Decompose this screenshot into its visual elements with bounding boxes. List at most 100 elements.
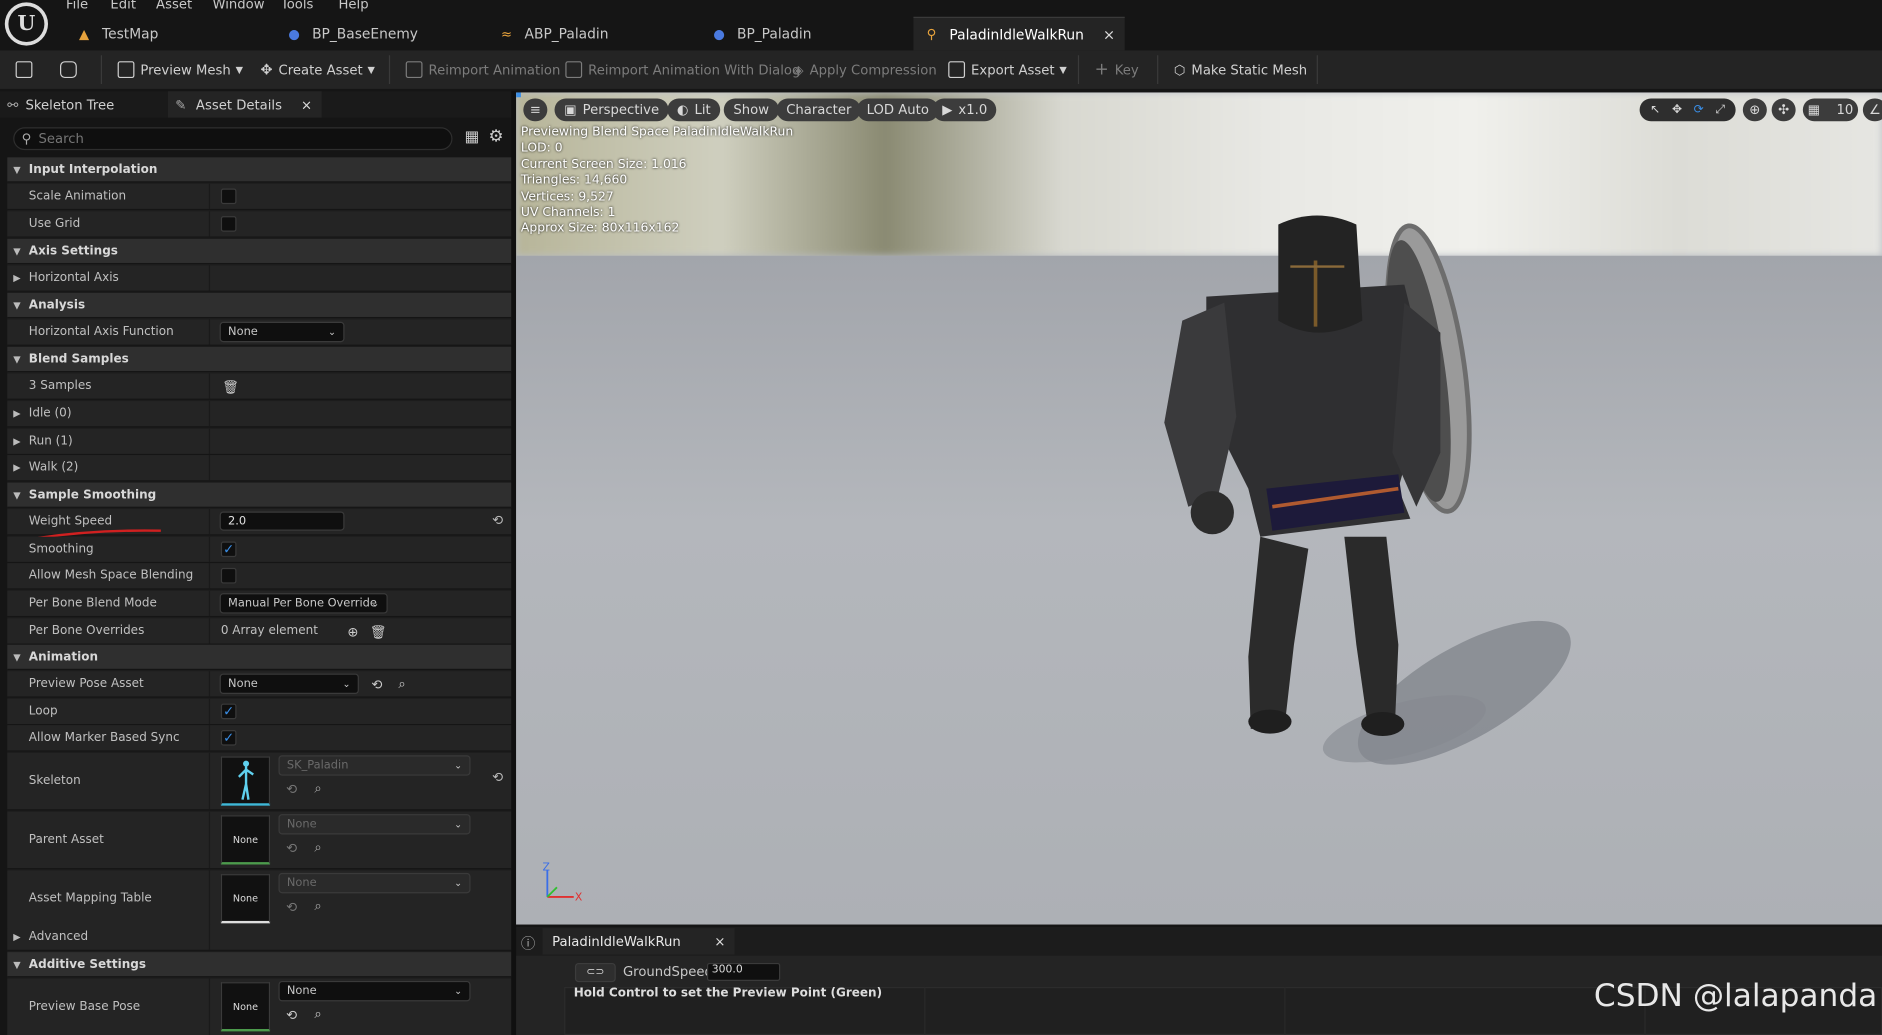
property-row: Parent Asset None None ⌄ ⟲ ⌕: [7, 811, 512, 870]
use-selected-icon[interactable]: ⟲: [284, 781, 298, 797]
settings-gear-icon[interactable]: ⚙: [489, 127, 504, 146]
skeleton-thumbnail[interactable]: [220, 756, 271, 806]
category-blend-samples[interactable]: ▼ Blend Samples: [7, 347, 512, 373]
export-asset-button[interactable]: Export Asset ▼: [948, 50, 1067, 88]
menu-window[interactable]: Window: [212, 0, 264, 12]
ground-speed-input[interactable]: 300.0: [706, 962, 781, 981]
tab-asset-details[interactable]: ✎ Asset Details ×: [168, 91, 322, 118]
tab-bp-baseenemy[interactable]: ● BP_BaseEnemy: [276, 17, 488, 51]
add-element-icon[interactable]: ⊕: [346, 624, 360, 640]
category-animation[interactable]: ▼ Animation: [7, 644, 512, 670]
tab-paladinidlewalkrun[interactable]: ⚲ PaladinIdleWalkRun ×: [913, 16, 1125, 51]
blueprint-icon: ●: [713, 25, 725, 42]
category-analysis[interactable]: ▼ Analysis: [7, 292, 512, 319]
preview-mesh-button[interactable]: Preview Mesh ▼: [117, 50, 243, 88]
per-bone-blend-mode-dropdown[interactable]: Manual Per Bone Override ⌄: [219, 593, 388, 614]
blueprint-icon: ●: [288, 25, 300, 42]
close-icon[interactable]: ×: [714, 934, 725, 950]
category-sample-smoothing[interactable]: ▼ Sample Smoothing: [7, 482, 512, 508]
sample-row-idle[interactable]: ▶ Idle (0): [7, 401, 512, 428]
skeleton-dropdown[interactable]: SK_Paladin ⌄: [278, 755, 471, 776]
loop-checkbox[interactable]: ✓: [220, 703, 237, 720]
tab-bp-paladin[interactable]: ● BP_Paladin: [701, 17, 913, 51]
expand-down-icon: ▼: [13, 299, 21, 311]
use-selected-icon[interactable]: ⟲: [284, 899, 298, 915]
key-button[interactable]: + Key: [1095, 50, 1139, 88]
parent-asset-thumbnail[interactable]: None: [220, 815, 271, 865]
axis-x-label: X: [575, 891, 583, 904]
browse-icon[interactable]: [60, 50, 77, 88]
allow-mesh-space-blending-checkbox[interactable]: [220, 567, 237, 584]
category-input-interpolation[interactable]: ▼ Input Interpolation: [7, 157, 512, 183]
horizontal-axis-function-dropdown[interactable]: None ⌄: [219, 321, 345, 343]
preview-viewport[interactable]: ≡ ▣ Perspective ◐ Lit Show Character LOD A…: [516, 92, 1882, 925]
reimport-icon: [565, 61, 583, 79]
sample-row-run[interactable]: ▶ Run (1): [7, 428, 512, 456]
delete-icon[interactable]: 🗑: [370, 624, 387, 640]
tab-testmap[interactable]: ▲ TestMap: [66, 17, 276, 51]
make-static-mesh-button[interactable]: ⬡ Make Static Mesh: [1174, 50, 1307, 88]
unreal-logo-icon[interactable]: U: [4, 2, 49, 46]
reimport-with-dialog-button[interactable]: Reimport Animation With Dialog: [565, 50, 800, 88]
menu-edit[interactable]: Edit: [110, 0, 136, 12]
preview-pose-asset-dropdown[interactable]: None ⌄: [219, 673, 359, 695]
category-additive-settings[interactable]: ▼ Additive Settings: [7, 952, 512, 978]
parent-asset-dropdown[interactable]: None ⌄: [278, 814, 471, 835]
allow-marker-based-sync-checkbox[interactable]: ✓: [220, 730, 237, 746]
tab-abp-paladin[interactable]: ≈ ABP_Paladin: [489, 17, 701, 51]
use-selected-icon[interactable]: ⟲: [284, 1007, 298, 1023]
save-icon[interactable]: [15, 50, 33, 88]
menu-file[interactable]: File: [66, 0, 88, 12]
browse-icon[interactable]: ⌕: [395, 676, 409, 692]
tab-paladinidlewalkrun-bottom[interactable]: PaladinIdleWalkRun ×: [542, 928, 736, 955]
sample-row-walk[interactable]: ▶ Walk (2): [7, 455, 512, 482]
preview-base-pose-thumbnail[interactable]: None: [220, 982, 271, 1032]
mesh-icon: [117, 61, 135, 79]
asset-mapping-table-thumbnail[interactable]: None: [220, 874, 271, 924]
compression-icon: ◈: [793, 61, 804, 78]
search-input[interactable]: [38, 130, 435, 147]
property-row: Smoothing ✓: [7, 536, 512, 564]
advanced-row[interactable]: ▶ Advanced: [7, 924, 512, 951]
reset-to-default-icon[interactable]: ⟲: [492, 770, 503, 786]
menu-tools[interactable]: Tools: [281, 0, 314, 12]
property-row: Loop ✓: [7, 698, 512, 726]
category-axis-settings[interactable]: ▼ Axis Settings: [7, 238, 512, 265]
close-icon[interactable]: ×: [301, 97, 312, 113]
reset-to-default-icon[interactable]: ⟲: [492, 513, 503, 529]
search-box[interactable]: ⚲: [13, 127, 453, 151]
preview-base-pose-dropdown[interactable]: None ⌄: [278, 980, 471, 1002]
apply-compression-button[interactable]: ◈ Apply Compression: [793, 50, 936, 88]
expand-right-icon: ▶: [13, 272, 21, 284]
axis-z-label: Z: [543, 861, 550, 874]
smoothing-checkbox[interactable]: ✓: [220, 541, 237, 558]
table-view-icon[interactable]: ▦: [465, 128, 480, 146]
use-selected-icon[interactable]: ⟲: [370, 677, 384, 693]
browse-icon[interactable]: ⌕: [311, 898, 325, 914]
browse-icon[interactable]: ⌕: [311, 1006, 325, 1022]
use-selected-icon[interactable]: ⟲: [284, 840, 298, 856]
weight-speed-input[interactable]: 2.0: [219, 511, 345, 531]
asset-mapping-table-dropdown[interactable]: None ⌄: [278, 872, 471, 894]
menu-asset[interactable]: Asset: [156, 0, 192, 12]
paladin-character-model: [1164, 215, 1571, 765]
reimport-animation-button[interactable]: Reimport Animation: [405, 50, 560, 88]
property-row: Skeleton SK_Paladin ⌄ ⟲ ⌕ ⟲: [7, 752, 512, 811]
menu-help[interactable]: Help: [338, 0, 368, 12]
tab-skeleton-tree[interactable]: ⚯ Skeleton Tree: [7, 91, 165, 117]
static-mesh-icon: ⬡: [1173, 61, 1186, 78]
use-grid-checkbox[interactable]: [220, 216, 237, 232]
anim-blueprint-icon: ≈: [500, 25, 513, 42]
property-row[interactable]: ▶ Horizontal Axis: [7, 265, 512, 292]
browse-icon[interactable]: ⌕: [311, 839, 325, 855]
create-icon: ✥: [260, 61, 273, 79]
close-icon[interactable]: ×: [1103, 26, 1115, 43]
chevron-down-icon: ▼: [1059, 64, 1067, 76]
chevron-down-icon: ▼: [367, 64, 375, 76]
help-icon[interactable]: ⓘ: [521, 933, 535, 953]
scale-animation-checkbox[interactable]: [220, 188, 237, 205]
create-asset-button[interactable]: ✥ Create Asset ▼: [260, 50, 374, 88]
delete-icon[interactable]: 🗑: [222, 379, 239, 395]
browse-icon[interactable]: ⌕: [311, 780, 325, 796]
preview-point-icon[interactable]: ⊂⊃: [574, 962, 616, 983]
